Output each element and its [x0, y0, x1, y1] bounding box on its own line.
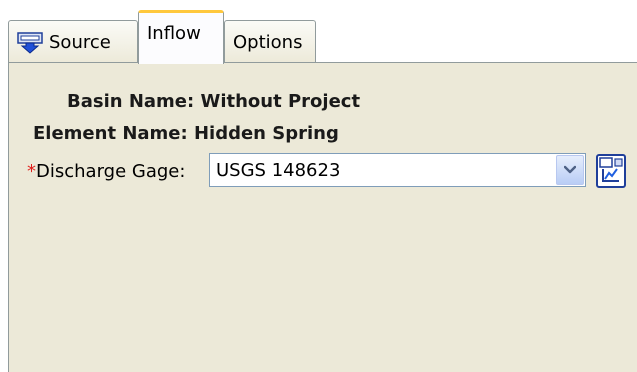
basin-name-label: Basin Name: Without Project	[67, 91, 361, 112]
tab-inflow-label: Inflow	[147, 23, 201, 44]
discharge-gage-value: USGS 148623	[216, 160, 341, 181]
component-editor: Source Inflow Options Basin Name: Withou…	[0, 0, 637, 372]
dropdown-button[interactable]	[556, 155, 584, 185]
discharge-gage-select[interactable]: USGS 148623	[209, 153, 586, 187]
inflow-panel: Basin Name: Without Project Element Name…	[8, 62, 637, 372]
source-icon	[17, 31, 43, 54]
discharge-gage-label: *Discharge Gage:	[27, 161, 185, 182]
tab-strip: Source Inflow Options	[8, 8, 637, 64]
discharge-gage-label-text: Discharge Gage:	[36, 161, 186, 182]
element-name-label: Element Name: Hidden Spring	[33, 123, 339, 144]
tab-inflow[interactable]: Inflow	[138, 10, 224, 64]
tab-options[interactable]: Options	[224, 20, 316, 64]
tab-source-label: Source	[49, 32, 111, 53]
required-marker: *	[27, 161, 36, 182]
chevron-down-icon	[564, 165, 576, 174]
gage-manager-icon[interactable]	[593, 153, 629, 189]
tab-options-label: Options	[233, 32, 303, 53]
tab-source[interactable]: Source	[8, 20, 138, 64]
